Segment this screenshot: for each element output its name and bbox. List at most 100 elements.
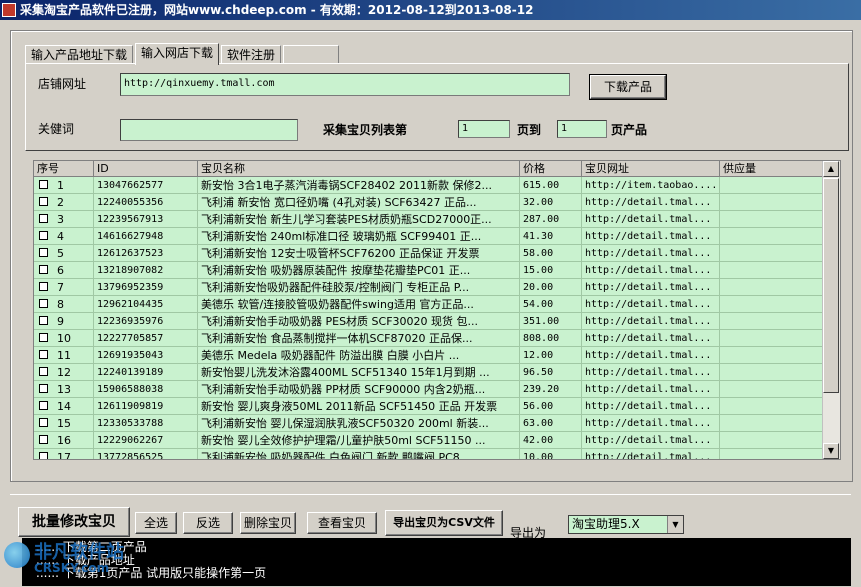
row-checkbox[interactable] — [39, 265, 48, 274]
table-row[interactable]: 11 12691935043 美德乐 Medela 吸奶器配件 防溢出膜 白膜 小白… — [34, 347, 824, 364]
table-row[interactable]: 15 12330533788 飞利浦新安怡 婴儿保湿润肤乳液SCF50320 200… — [34, 415, 824, 432]
cell-url: http://detail.tmal... — [582, 415, 720, 432]
scroll-up-icon[interactable]: ▲ — [823, 161, 839, 177]
cell-supply — [720, 228, 824, 245]
cell-supply — [720, 330, 824, 347]
cell-url: http://detail.tmal... — [582, 364, 720, 381]
table-row[interactable]: 1 13047662577 新安怡 3合1电子蒸汽消毒锅SCF28402 2011新… — [34, 177, 824, 194]
tab-product-url[interactable]: 输入产品地址下载 — [25, 45, 134, 65]
cell-url: http://detail.tmal... — [582, 245, 720, 262]
table-row[interactable]: 13 15906588038 飞利浦新安怡手动吸奶器 PP材质 SCF90000 内… — [34, 381, 824, 398]
products-table[interactable]: 序号 ID 宝贝名称 价格 宝贝网址 供应量 1 13047662577 新安怡 3… — [33, 160, 841, 460]
table-scrollbar[interactable]: ▲ ▼ — [822, 161, 840, 459]
scroll-down-icon[interactable]: ▼ — [823, 443, 839, 459]
row-number: 9 — [57, 315, 64, 328]
cell-supply — [720, 245, 824, 262]
column-header-no[interactable]: 序号 — [34, 161, 94, 177]
export-target-select[interactable]: 淘宝助理5.X ▼ — [568, 515, 684, 534]
tab-registration[interactable]: 软件注册 — [221, 45, 282, 65]
cell-url: http://detail.tmal... — [582, 432, 720, 449]
cell-no: 13 — [34, 381, 94, 398]
cell-name: 飞利浦新安怡 12安士吸管杯SCF76200 正品保证 开发票 — [198, 245, 520, 262]
row-checkbox[interactable] — [39, 367, 48, 376]
view-item-button[interactable]: 查看宝贝 — [307, 512, 377, 534]
row-checkbox[interactable] — [39, 231, 48, 240]
table-row[interactable]: 3 12239567913 飞利浦新安怡 新生儿学习套装PES材质奶瓶SCD2700… — [34, 211, 824, 228]
column-header-price[interactable]: 价格 — [520, 161, 582, 177]
row-checkbox[interactable] — [39, 197, 48, 206]
cell-price: 615.00 — [520, 177, 582, 194]
column-header-supply[interactable]: 供应量 — [720, 161, 824, 177]
table-row[interactable]: 17 13772856525 飞利浦新安怡 吸奶器配件 白色阀门 新款 鸭嘴阀 PC… — [34, 449, 824, 459]
download-products-button[interactable]: 下载产品 — [589, 74, 667, 100]
cell-id: 12330533788 — [94, 415, 198, 432]
row-checkbox[interactable] — [39, 214, 48, 223]
invert-selection-button[interactable]: 反选 — [183, 512, 233, 534]
table-row[interactable]: 2 12240055356 飞利浦 新安怡 宽口径奶嘴 (4孔对装) SCF6342… — [34, 194, 824, 211]
keyword-input[interactable] — [120, 119, 298, 141]
row-checkbox[interactable] — [39, 333, 48, 342]
delete-items-button[interactable]: 删除宝贝 — [240, 512, 296, 534]
cell-price: 56.00 — [520, 398, 582, 415]
shop-url-input[interactable]: http://qinxuemy.tmall.com — [120, 73, 570, 96]
row-number: 4 — [57, 230, 64, 243]
table-row[interactable]: 14 12611909819 新安怡 婴儿爽身液50ML 2011新品 SCF514… — [34, 398, 824, 415]
select-all-button[interactable]: 全选 — [135, 512, 177, 534]
column-header-url[interactable]: 宝贝网址 — [582, 161, 720, 177]
row-checkbox[interactable] — [39, 282, 48, 291]
cell-name: 飞利浦 新安怡 宽口径奶嘴 (4孔对装) SCF63427 正品... — [198, 194, 520, 211]
tab-bar: 输入产品地址下载 输入网店下载 软件注册 — [25, 43, 341, 65]
window-titlebar[interactable]: 采集淘宝产品软件已注册，网站www.chdeep.com - 有效期：2012-… — [0, 0, 861, 20]
table-header: 序号 ID 宝贝名称 价格 宝贝网址 供应量 — [34, 161, 824, 177]
row-number: 11 — [57, 349, 71, 362]
row-checkbox[interactable] — [39, 299, 48, 308]
column-header-id[interactable]: ID — [94, 161, 198, 177]
cell-name: 飞利浦新安怡手动吸奶器 PP材质 SCF90000 内含2奶瓶... — [198, 381, 520, 398]
cell-id: 12236935976 — [94, 313, 198, 330]
export-target-value: 淘宝助理5.X — [572, 517, 640, 531]
cell-id: 15906588038 — [94, 381, 198, 398]
row-checkbox[interactable] — [39, 350, 48, 359]
cell-price: 41.30 — [520, 228, 582, 245]
row-checkbox[interactable] — [39, 452, 48, 459]
column-header-name[interactable]: 宝贝名称 — [198, 161, 520, 177]
row-number: 5 — [57, 247, 64, 260]
cell-supply — [720, 347, 824, 364]
cell-no: 15 — [34, 415, 94, 432]
table-row[interactable]: 6 13218907082 飞利浦新安怡 吸奶器原装配件 按摩垫花瓣垫PC01 正.… — [34, 262, 824, 279]
table-row[interactable]: 4 14616627948 飞利浦新安怡 240ml标准口径 玻璃奶瓶 SCF994… — [34, 228, 824, 245]
cell-supply — [720, 381, 824, 398]
page-from-input[interactable]: 1 — [458, 120, 510, 138]
page-range-suffix: 页产品 — [611, 123, 648, 137]
tab-shop-download[interactable]: 输入网店下载 — [135, 43, 220, 65]
row-number: 6 — [57, 264, 64, 277]
log-console: ...... 下载第二页产品 ...... 下载产品地址 ...... 下载第1… — [22, 538, 851, 586]
row-checkbox[interactable] — [39, 435, 48, 444]
cell-no: 6 — [34, 262, 94, 279]
row-checkbox[interactable] — [39, 384, 48, 393]
export-csv-button[interactable]: 导出宝贝为CSV文件 — [385, 510, 503, 536]
cell-price: 54.00 — [520, 296, 582, 313]
table-body: 1 13047662577 新安怡 3合1电子蒸汽消毒锅SCF28402 2011新… — [34, 177, 824, 459]
table-row[interactable]: 9 12236935976 飞利浦新安怡手动吸奶器 PES材质 SCF30020 现… — [34, 313, 824, 330]
page-to-input[interactable]: 1 — [557, 120, 607, 138]
cell-id: 12227705857 — [94, 330, 198, 347]
row-checkbox[interactable] — [39, 401, 48, 410]
table-row[interactable]: 16 12229062267 新安怡 婴儿全效修护护理霜/儿童护肤50ml SCF5… — [34, 432, 824, 449]
table-row[interactable]: 8 12962104435 美德乐 软管/连接胶管吸奶器配件swing适用 官方正品… — [34, 296, 824, 313]
table-row[interactable]: 7 13796952359 飞利浦新安怡吸奶器配件硅胶泵/控制阀门 专柜正品 P..… — [34, 279, 824, 296]
cell-id: 12691935043 — [94, 347, 198, 364]
row-checkbox[interactable] — [39, 316, 48, 325]
row-checkbox[interactable] — [39, 180, 48, 189]
scroll-thumb[interactable] — [823, 178, 839, 393]
row-checkbox[interactable] — [39, 418, 48, 427]
cell-no: 5 — [34, 245, 94, 262]
table-row[interactable]: 5 12612637523 飞利浦新安怡 12安士吸管杯SCF76200 正品保证 … — [34, 245, 824, 262]
cell-name: 美德乐 软管/连接胶管吸奶器配件swing适用 官方正品... — [198, 296, 520, 313]
dropdown-arrow-icon[interactable]: ▼ — [667, 516, 683, 533]
table-row[interactable]: 12 12240139189 新安怡婴儿洗发沐浴露400ML SCF51340 15… — [34, 364, 824, 381]
row-number: 16 — [57, 434, 71, 447]
table-row[interactable]: 10 12227705857 飞利浦新安怡 食品蒸制搅拌一体机SCF87020 正品… — [34, 330, 824, 347]
row-checkbox[interactable] — [39, 248, 48, 257]
page-range-mid: 页到 — [517, 123, 542, 137]
